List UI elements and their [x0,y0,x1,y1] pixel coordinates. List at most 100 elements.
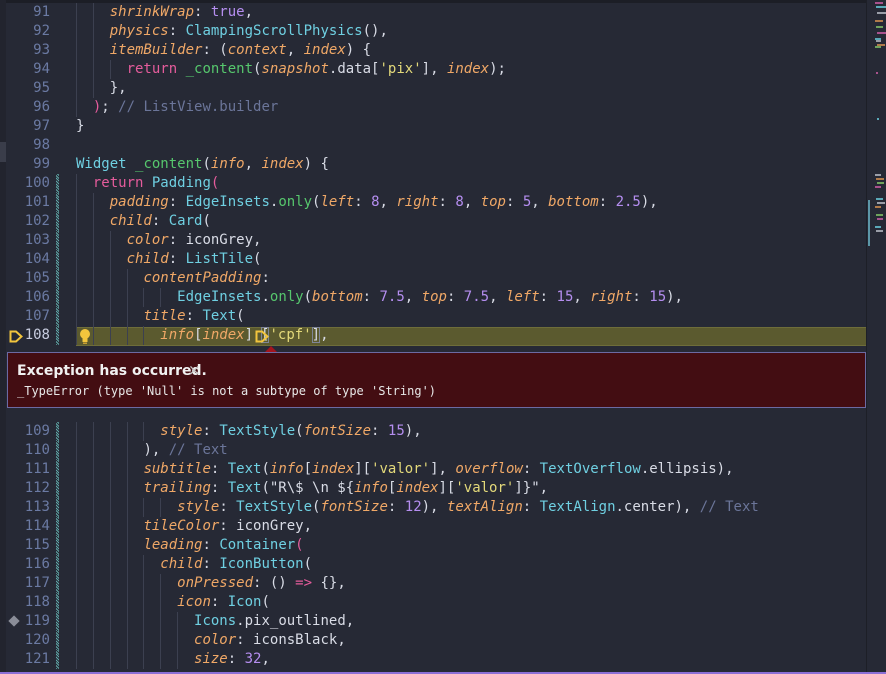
code-line[interactable]: 102 child: Card( [0,212,866,231]
code-line[interactable]: 96); // ListView.builder [0,98,866,117]
change-marker[interactable] [56,269,59,288]
token: ( [236,308,245,324]
code-line[interactable]: 119 Icons.pix_outlined, [0,612,866,631]
token: 8 [371,194,380,210]
code-line[interactable]: 93 itemBuilder: (context, index) { [0,41,866,60]
line-number[interactable]: 118 [0,593,50,612]
code-line[interactable]: 99 Widget _content(info, index) { [0,155,866,174]
code-line[interactable]: 98 [0,136,866,155]
indent-guide [177,612,179,631]
line-number[interactable]: 96 [0,98,50,117]
indent-guide [92,574,94,593]
line-number[interactable]: 108 [0,326,50,345]
line-number[interactable]: 100 [0,174,50,193]
change-marker[interactable] [56,441,59,460]
change-marker[interactable] [56,460,59,479]
token: 7.5 [379,289,405,305]
change-marker[interactable] [56,555,59,574]
line-number[interactable]: 95 [0,79,50,98]
code-line[interactable]: 112 trailing: Text("R\$ \n ${info[index][… [0,479,866,498]
change-marker[interactable] [56,288,59,307]
indent-guide [109,650,111,669]
change-marker[interactable] [56,517,59,536]
line-number[interactable]: 103 [0,231,50,250]
line-number[interactable]: 110 [0,441,50,460]
line-number[interactable]: 104 [0,250,50,269]
code-line[interactable]: 91 shrinkWrap: true, [0,3,866,22]
change-marker[interactable] [56,479,59,498]
code-line[interactable]: 120 color: iconsBlack, [0,631,866,650]
code-line[interactable]: 92 physics: ClampingScrollPhysics(), [0,22,866,41]
line-number[interactable]: 114 [0,517,50,536]
code-line[interactable]: 95}, [0,79,866,98]
breakpoint-paused-icon[interactable] [9,330,23,343]
change-marker[interactable] [56,574,59,593]
change-marker[interactable] [56,536,59,555]
minimap-scroll-indicator[interactable] [868,200,870,246]
code-line[interactable]: 117 onPressed: () => {}, [0,574,866,593]
close-icon[interactable]: × [188,361,201,379]
line-number[interactable]: 99 [0,155,50,174]
token: : [371,423,388,439]
code-line[interactable]: 103 color: iconGrey, [0,231,866,250]
code-line[interactable]: 104 child: ListTile( [0,250,866,269]
line-number[interactable]: 111 [0,460,50,479]
change-marker[interactable] [56,193,59,212]
change-marker[interactable] [56,174,59,193]
change-marker[interactable] [56,212,59,231]
change-marker[interactable] [56,326,59,345]
code-line[interactable]: 107 title: Text( [0,307,866,326]
code-line[interactable]: 111 subtitle: Text(info[index]['valor'], … [0,460,866,479]
line-number[interactable]: 102 [0,212,50,231]
line-number[interactable]: 91 [0,3,50,22]
line-number[interactable]: 94 [0,60,50,79]
token: true [210,4,245,20]
inline-breakpoint-icon[interactable] [255,330,269,343]
change-marker[interactable] [56,650,59,669]
line-number[interactable]: 106 [0,288,50,307]
change-marker[interactable] [56,250,59,269]
change-marker[interactable] [56,498,59,517]
lightbulb-icon[interactable] [78,328,92,345]
line-number[interactable]: 113 [0,498,50,517]
line-number[interactable]: 93 [0,41,50,60]
line-number[interactable]: 109 [0,422,50,441]
code-line[interactable]: 109 style: TextStyle(fontSize: 15), [0,422,866,441]
line-number[interactable]: 115 [0,536,50,555]
code-line[interactable]: 121 size: 32, [0,650,866,669]
line-number[interactable]: 112 [0,479,50,498]
code-line[interactable]: 110), // Text [0,441,866,460]
change-marker[interactable] [56,307,59,326]
change-marker[interactable] [56,631,59,650]
line-number[interactable]: 105 [0,269,50,288]
line-number[interactable]: 107 [0,307,50,326]
change-marker[interactable] [56,612,59,631]
code-line[interactable]: 115 leading: Container( [0,536,866,555]
code-line[interactable]: 97} [0,117,866,136]
code-line[interactable]: 101 padding: EdgeInsets.only(left: 8, rig… [0,193,866,212]
indent-guide [109,422,111,441]
change-marker[interactable] [56,593,59,612]
change-marker[interactable] [56,231,59,250]
code-line[interactable]: 105 contentPadding: [0,269,866,288]
line-number[interactable]: 101 [0,193,50,212]
code-line[interactable]: 116 child: IconButton( [0,555,866,574]
code-line[interactable]: 113 style: TextStyle(fontSize: 12), textA… [0,498,866,517]
line-number[interactable]: 97 [0,117,50,136]
code-line[interactable]: 94 return _content(snapshot.data['pix'], … [0,60,866,79]
line-number[interactable]: 120 [0,631,50,650]
minimap[interactable] [866,0,886,674]
code-line[interactable]: 100 return Padding( [0,174,866,193]
line-number[interactable]: 117 [0,574,50,593]
line-number[interactable]: 116 [0,555,50,574]
code-line[interactable]: 114 tileColor: iconGrey, [0,517,866,536]
line-number[interactable]: 98 [0,136,50,155]
code-line[interactable]: 108 info[index] ['cpf'], [0,326,866,345]
line-number[interactable]: 119 [0,612,50,631]
code-line[interactable]: 106 EdgeInsets.only(bottom: 7.5, top: 7.5… [0,288,866,307]
code-line[interactable]: 118 icon: Icon( [0,593,866,612]
indent-guide [160,612,162,631]
line-number[interactable]: 121 [0,650,50,669]
change-marker[interactable] [56,422,59,441]
line-number[interactable]: 92 [0,22,50,41]
